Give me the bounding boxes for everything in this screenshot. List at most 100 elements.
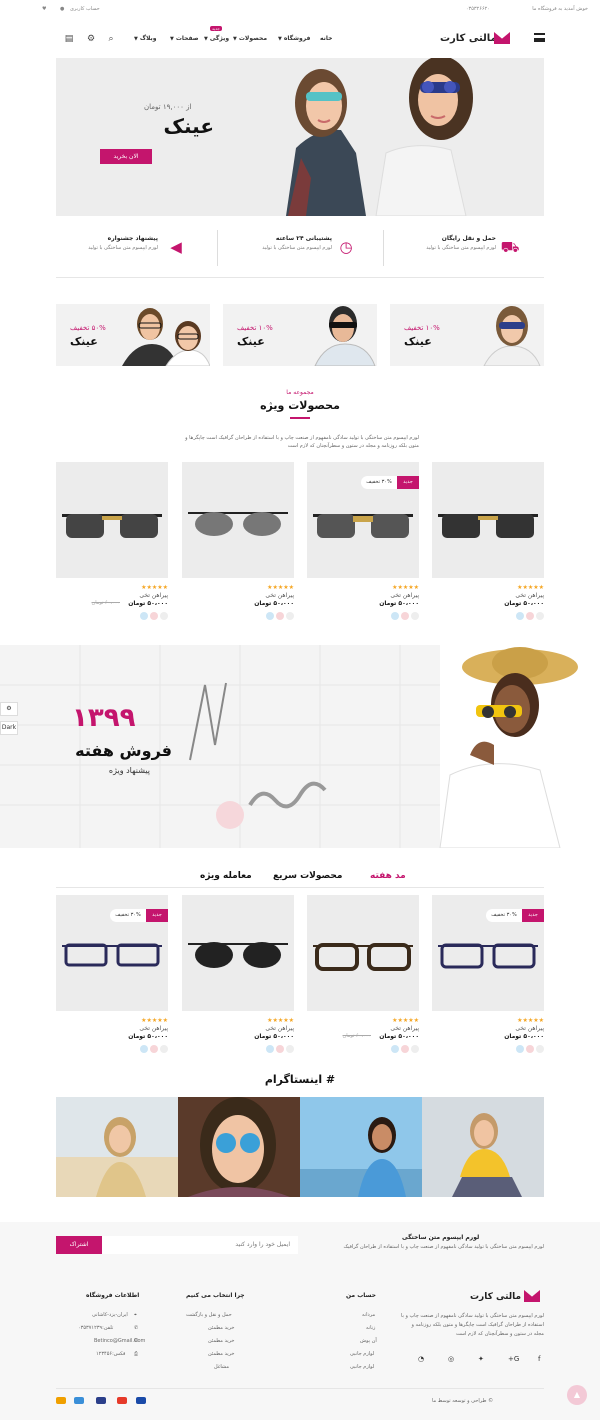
footer-logo[interactable]: مالتی کارت — [470, 1292, 521, 1302]
product-name[interactable]: پیراهن تخی — [265, 592, 294, 599]
color-swatch[interactable] — [160, 612, 168, 620]
account-link[interactable]: حساب کاربری — [70, 6, 100, 12]
footer-link[interactable]: خرید مطمئن — [208, 1351, 234, 1357]
twitter-icon[interactable]: ✦ — [478, 1355, 484, 1363]
color-swatch[interactable] — [391, 612, 399, 620]
instagram-photo[interactable] — [422, 1097, 544, 1197]
google-plus-icon[interactable]: G+ — [508, 1355, 519, 1363]
product-card[interactable]: جدید ۳۰% تخفیف ★★★★★ پیراهن تخی ۵۰،۰۰۰ ت… — [432, 895, 544, 1060]
footer-col-title: حساب من — [346, 1292, 376, 1299]
color-swatch[interactable] — [526, 612, 534, 620]
promo-card[interactable]: ۱۰% تخفیف عینک — [223, 304, 377, 366]
instagram-icon[interactable]: ◎ — [448, 1355, 454, 1363]
subscribe-button[interactable]: اشتراک — [56, 1236, 102, 1254]
color-swatch[interactable] — [276, 1045, 284, 1053]
promo-card[interactable]: ۱۰% تخفیف عینک — [390, 304, 544, 366]
dark-mode-toggle[interactable]: Dark — [0, 721, 18, 735]
footer-link[interactable]: مشاغل — [214, 1364, 229, 1370]
menu-icon[interactable] — [534, 33, 545, 42]
color-swatch[interactable] — [411, 1045, 419, 1053]
product-old-price: ۶۰،۰۰۰ تومان — [342, 1033, 371, 1039]
product-name[interactable]: پیراهن تخی — [139, 592, 168, 599]
store-email[interactable]: Betinco@Gmail.Com — [94, 1338, 145, 1344]
feature-support: ◷ پشتیبانی ۲۴ ساعته لورم ایپسوم متن ساخت… — [244, 235, 364, 261]
product-card[interactable]: ★★★★★ پیراهن تخی ۵۰،۰۰۰ تومان — [182, 462, 294, 627]
sale-number: ۱۳۹۹ — [72, 703, 136, 733]
rss-icon[interactable]: ◔ — [418, 1355, 424, 1363]
instagram-photo[interactable] — [56, 1097, 178, 1197]
color-swatch[interactable] — [536, 1045, 544, 1053]
footer-about: لورم ایپسوم متن ساختگی با تولید سادگی نا… — [400, 1313, 544, 1337]
section-title: محصولات ویژه — [260, 399, 340, 412]
footer-link[interactable]: آن پوش — [360, 1338, 377, 1344]
heart-icon[interactable]: ♥ — [42, 6, 46, 12]
footer-link[interactable]: لوازم جانبی — [350, 1364, 374, 1370]
color-swatch[interactable] — [266, 612, 274, 620]
product-card[interactable]: جدید ۳۰% تخفیف ★★★★★ پیراهن تخی ۵۰،۰۰۰ ت… — [56, 895, 168, 1060]
email-field[interactable]: ایمیل خود را وارد کنید — [102, 1236, 298, 1254]
product-card[interactable]: ★★★★★ پیراهن تخی ۵۰،۰۰۰ تومان — [182, 895, 294, 1060]
product-image — [432, 462, 544, 578]
color-swatch[interactable] — [516, 612, 524, 620]
tab-trending[interactable]: مد هفته — [370, 871, 406, 881]
payment-icon — [74, 1397, 84, 1404]
product-name[interactable]: پیراهن تخی — [390, 592, 419, 599]
hero-price: از ۱۹,۰۰۰ تومان — [144, 103, 192, 111]
promo-discount: ۱۰% تخفیف — [404, 324, 440, 332]
section-intro: لورم ایپسوم متن ساختگی با تولید سادگی نا… — [185, 435, 419, 449]
footer-link[interactable]: لوازم جانبی — [350, 1351, 374, 1357]
menu-label: ویژگی — [209, 35, 230, 42]
color-swatch[interactable] — [276, 612, 284, 620]
color-swatch[interactable] — [150, 1045, 158, 1053]
product-card[interactable]: ★★★★★ پیراهن تخی ۵۰،۰۰۰ تومان — [432, 462, 544, 627]
settings-toggle[interactable]: ⚙ — [0, 702, 18, 716]
product-name[interactable]: پیراهن تخی — [515, 592, 544, 599]
color-swatch[interactable] — [150, 612, 158, 620]
product-card[interactable]: جدید ۳۰% تخفیف ★★★★★ پیراهن تخی ۵۰،۰۰۰ ت… — [307, 462, 419, 627]
product-name[interactable]: پیراهن تخی — [139, 1025, 168, 1032]
color-swatch[interactable] — [536, 612, 544, 620]
menu-item-home[interactable]: خانه — [320, 35, 332, 42]
color-swatch[interactable] — [526, 1045, 534, 1053]
footer-link[interactable]: خرید مطمئن — [208, 1338, 234, 1344]
color-swatch[interactable] — [401, 612, 409, 620]
color-swatch[interactable] — [160, 1045, 168, 1053]
color-swatch[interactable] — [391, 1045, 399, 1053]
color-swatch[interactable] — [286, 1045, 294, 1053]
tab-quick-products[interactable]: محصولات سریع — [273, 871, 342, 881]
gear-icon[interactable]: ⚙ — [85, 33, 97, 45]
menu-item-pages[interactable]: صفحات▼ — [170, 35, 199, 42]
color-swatch[interactable] — [140, 1045, 148, 1053]
buy-now-button[interactable]: الان بخرید — [100, 149, 152, 164]
menu-item-blog[interactable]: وبلاگ▼ — [134, 35, 157, 42]
cart-icon[interactable]: ▤ — [63, 33, 75, 45]
color-swatch[interactable] — [411, 612, 419, 620]
tab-special-deal[interactable]: معامله ویژه — [200, 871, 252, 881]
promo-card[interactable]: ۵۰% تخفیف عینک — [56, 304, 210, 366]
footer-link[interactable]: حمل و نقل و بازگشت — [186, 1312, 232, 1318]
menu-item-features[interactable]: ویژگی▼ — [204, 35, 229, 42]
logo-text[interactable]: مالتی کارت — [440, 33, 497, 44]
color-swatch[interactable] — [401, 1045, 409, 1053]
product-card[interactable]: ★★★★★ پیراهن تخی ۵۰،۰۰۰ تومان ۶۰،۰۰۰ توم… — [56, 462, 168, 627]
product-price: ۵۰،۰۰۰ تومان — [379, 1033, 419, 1040]
footer-link[interactable]: خرید مطمئن — [208, 1325, 234, 1331]
sale-title: فروش هفته — [75, 741, 172, 760]
color-swatch[interactable] — [516, 1045, 524, 1053]
back-to-top-button[interactable]: ▲ — [567, 1385, 587, 1405]
product-name[interactable]: پیراهن تخی — [515, 1025, 544, 1032]
product-card[interactable]: ★★★★★ پیراهن تخی ۵۰،۰۰۰ تومان ۶۰،۰۰۰ توم… — [307, 895, 419, 1060]
color-swatch[interactable] — [266, 1045, 274, 1053]
menu-item-shop[interactable]: فروشگاه▼ — [278, 35, 310, 42]
color-swatch[interactable] — [286, 612, 294, 620]
search-icon[interactable]: ⌕ — [105, 33, 117, 45]
product-name[interactable]: پیراهن تخی — [265, 1025, 294, 1032]
instagram-photo[interactable] — [300, 1097, 422, 1197]
product-name[interactable]: پیراهن تخی — [390, 1025, 419, 1032]
facebook-icon[interactable]: f — [538, 1355, 540, 1363]
instagram-photo[interactable] — [178, 1097, 300, 1197]
menu-item-products[interactable]: محصولات▼ — [233, 35, 267, 42]
color-swatch[interactable] — [140, 612, 148, 620]
footer-link[interactable]: زنانه — [366, 1325, 375, 1331]
footer-link[interactable]: مردانه — [362, 1312, 375, 1318]
